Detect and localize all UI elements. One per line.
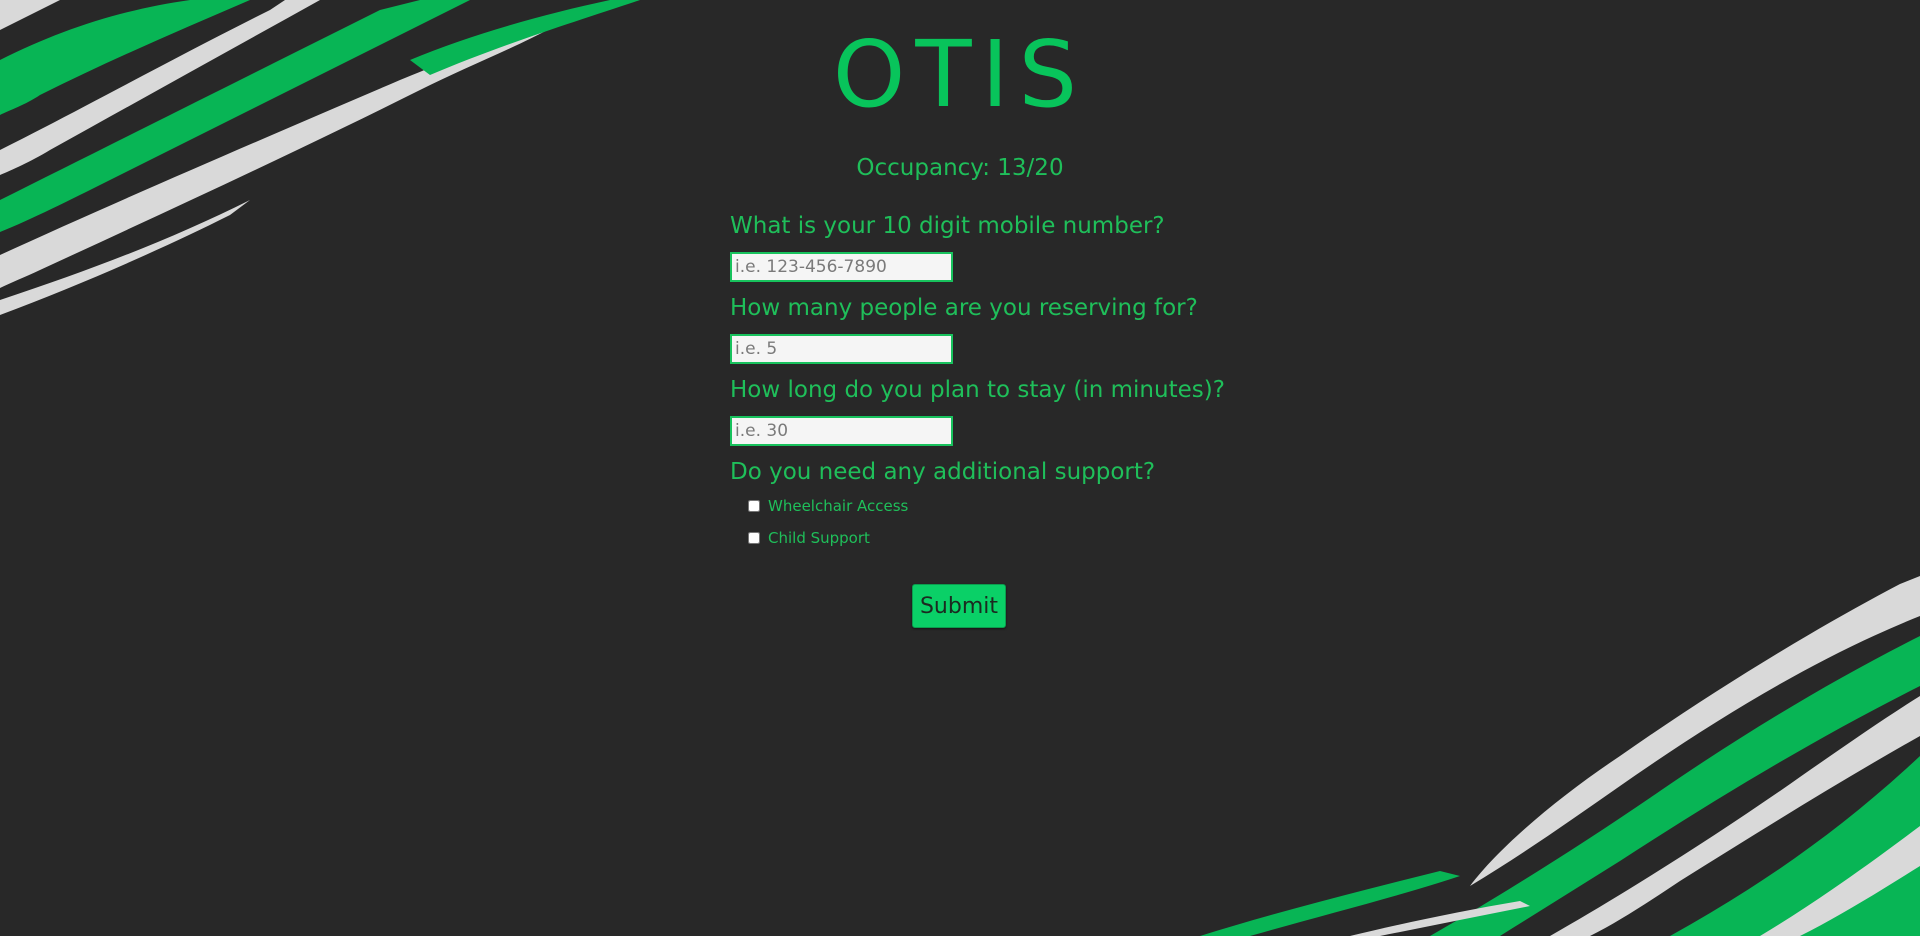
occupancy-status: Occupancy: 13/20 <box>856 155 1064 181</box>
wheelchair-access-option: Wheelchair Access <box>748 490 1230 522</box>
wheelchair-access-checkbox[interactable] <box>748 500 760 512</box>
submit-button[interactable]: Submit <box>912 584 1006 628</box>
phone-question-label: What is your 10 digit mobile number? <box>730 213 1165 239</box>
brush-stroke-decoration-bottom-right <box>1200 576 1920 936</box>
party-size-input[interactable] <box>730 334 953 364</box>
child-support-label: Child Support <box>768 529 870 547</box>
child-support-checkbox[interactable] <box>748 532 760 544</box>
duration-question-label: How long do you plan to stay (in minutes… <box>730 377 1225 403</box>
wheelchair-access-label: Wheelchair Access <box>768 497 909 515</box>
child-support-option: Child Support <box>748 522 1230 554</box>
phone-input[interactable] <box>730 252 953 282</box>
duration-input[interactable] <box>730 416 953 446</box>
party-size-question-label: How many people are you reserving for? <box>730 295 1198 321</box>
reservation-form: What is your 10 digit mobile number? How… <box>730 208 1230 554</box>
app-title: OTIS <box>832 21 1088 128</box>
page: OTIS Occupancy: 13/20 What is your 10 di… <box>0 0 1920 936</box>
support-question-label: Do you need any additional support? <box>730 459 1156 485</box>
